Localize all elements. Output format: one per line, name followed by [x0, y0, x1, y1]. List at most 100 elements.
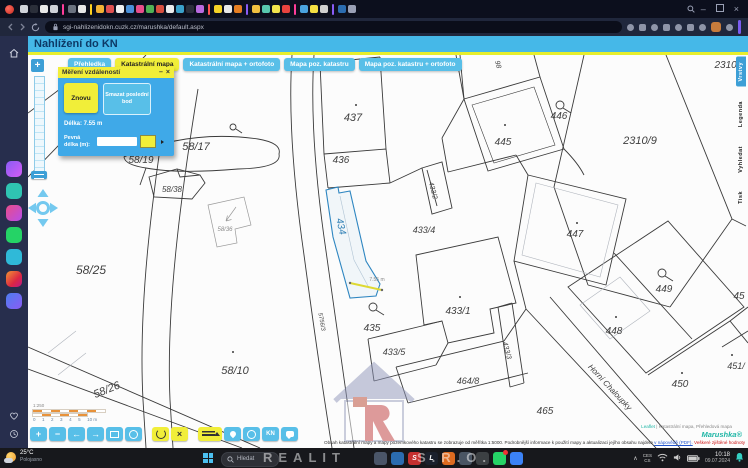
zoom-rect-tool[interactable]	[106, 427, 123, 441]
zoom-in-button[interactable]: +	[31, 59, 44, 72]
pan-compass[interactable]	[28, 187, 60, 234]
reload-icon[interactable]	[31, 23, 40, 32]
tab-favicon[interactable]	[116, 5, 124, 13]
settings-gear-icon[interactable]	[476, 452, 489, 465]
search-icon[interactable]	[687, 5, 695, 13]
app-icon[interactable]	[459, 452, 472, 465]
tab-favicon[interactable]	[20, 5, 28, 13]
tab-favicon[interactable]	[146, 5, 154, 13]
delete-last-point-button[interactable]: Smazat poslední bod	[103, 83, 151, 115]
home-icon[interactable]	[8, 47, 20, 59]
tray-expand-icon[interactable]: ∧	[633, 455, 637, 462]
menu-vyhledat[interactable]: Vyhledat	[736, 141, 746, 178]
extension-icon[interactable]	[726, 24, 733, 31]
panel-close-icon[interactable]: ×	[166, 69, 170, 76]
extension-icon[interactable]	[675, 24, 682, 31]
pan-left-tool[interactable]: ←	[68, 427, 85, 441]
tab-favicon[interactable]	[40, 5, 48, 13]
tab-favicon[interactable]	[348, 5, 356, 13]
menu-tisk[interactable]: Tisk	[736, 186, 746, 209]
tab-mapa-poz-katastru-ortofoto[interactable]: Mapa poz. katastru + ortofoto	[359, 58, 462, 71]
app-icon[interactable]	[374, 452, 387, 465]
tab-favicon[interactable]	[196, 5, 204, 13]
menu-legenda[interactable]: Legenda	[736, 96, 746, 132]
whatsapp-icon[interactable]	[6, 227, 22, 243]
maximize-button[interactable]	[716, 4, 724, 14]
refresh-tool[interactable]	[152, 427, 169, 441]
tab-favicon[interactable]	[272, 5, 280, 13]
tab-favicon[interactable]	[30, 5, 38, 13]
locate-tool[interactable]	[224, 427, 241, 441]
photos-icon[interactable]	[510, 452, 523, 465]
tab-favicon[interactable]	[262, 5, 270, 13]
app-icon[interactable]	[442, 452, 455, 465]
extension-icon[interactable]	[651, 24, 658, 31]
browser-tab-strip[interactable]: – ×	[0, 0, 748, 18]
app-icon[interactable]: S	[408, 452, 421, 465]
messenger-icon[interactable]	[6, 293, 22, 309]
tab-favicon[interactable]	[50, 5, 58, 13]
feedback-tool[interactable]	[281, 427, 298, 441]
history-icon[interactable]	[9, 429, 19, 439]
tab-favicon[interactable]	[214, 5, 222, 13]
zoom-out-tool[interactable]: −	[49, 427, 66, 441]
tab-favicon[interactable]	[166, 5, 174, 13]
clock[interactable]: 10:1809.07.2024	[705, 452, 730, 465]
extension-icon[interactable]	[663, 24, 670, 31]
tab-favicon[interactable]	[186, 5, 194, 13]
app-icon[interactable]	[6, 205, 22, 221]
kn-info-tool[interactable]: KN	[262, 427, 279, 441]
fixed-length-input[interactable]	[97, 137, 137, 146]
taskbar-weather[interactable]: 25°C Polojasno	[6, 450, 42, 463]
telegram-icon[interactable]	[6, 249, 22, 265]
battery-icon[interactable]	[687, 449, 700, 467]
full-extent-tool[interactable]	[125, 427, 142, 441]
leaflet-link[interactable]: Leaflet	[641, 424, 655, 429]
zoom-in-tool[interactable]: +	[30, 427, 47, 441]
panel-minimize-icon[interactable]: –	[159, 69, 163, 76]
heart-icon[interactable]	[9, 411, 19, 421]
help-pdf-link[interactable]: v nápovědě (PDF).	[654, 440, 693, 445]
whatsapp-icon[interactable]	[493, 452, 506, 465]
tab-favicon[interactable]	[338, 5, 346, 13]
tab-favicon[interactable]	[300, 5, 308, 13]
taskbar-search[interactable]: Hledat	[221, 452, 279, 467]
zoom-slider-handle[interactable]	[31, 171, 47, 179]
extension-icon[interactable]	[687, 24, 694, 31]
tab-favicon[interactable]	[106, 5, 114, 13]
measure-again-button[interactable]: Znovu	[64, 83, 98, 113]
pan-right-tool[interactable]: →	[87, 427, 104, 441]
instagram-icon[interactable]	[6, 271, 22, 287]
tab-favicon[interactable]	[126, 5, 134, 13]
clear-tool[interactable]: ×	[171, 427, 188, 441]
tab-favicon[interactable]	[234, 5, 242, 13]
app-icon[interactable]: L	[425, 452, 438, 465]
app-icon[interactable]	[391, 452, 404, 465]
tab-favicon[interactable]	[68, 5, 76, 13]
measure-panel-titlebar[interactable]: Měření vzdáleností – ×	[58, 67, 174, 78]
tab-favicon[interactable]	[252, 5, 260, 13]
app-icon[interactable]	[6, 161, 22, 177]
close-button[interactable]: ×	[734, 5, 739, 14]
tab-favicon[interactable]	[320, 5, 328, 13]
extension-icon[interactable]	[639, 24, 646, 31]
start-button[interactable]	[203, 453, 213, 463]
volume-icon[interactable]	[673, 449, 682, 467]
tab-favicon[interactable]	[310, 5, 318, 13]
tab-mapa-poz-katastru[interactable]: Mapa poz. katastru	[284, 58, 355, 71]
tab-favicon[interactable]	[156, 5, 164, 13]
extension-icon[interactable]	[627, 24, 634, 31]
tab-favicon[interactable]	[224, 5, 232, 13]
tab-favicon[interactable]	[136, 5, 144, 13]
point-info-tool[interactable]	[243, 427, 260, 441]
notification-bell-icon[interactable]	[735, 449, 744, 467]
tab-favicon[interactable]	[78, 5, 86, 13]
extension-icon[interactable]	[699, 24, 706, 31]
wifi-icon[interactable]	[657, 449, 668, 467]
tab-favicon[interactable]	[176, 5, 184, 13]
address-bar[interactable]: sgi-nahlizenidokn.cuzk.cz/marushka/defau…	[45, 21, 622, 33]
zoom-slider[interactable]	[34, 76, 45, 176]
minimize-button[interactable]: –	[701, 5, 706, 14]
tab-favicon[interactable]	[282, 5, 290, 13]
menu-vrstvy[interactable]: Vrstvy	[736, 57, 746, 87]
